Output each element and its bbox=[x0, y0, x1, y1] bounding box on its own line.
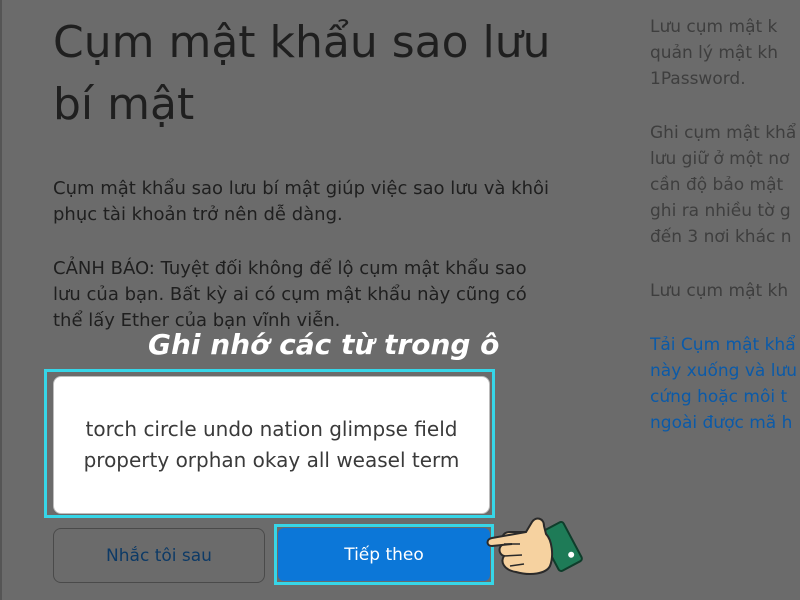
window-edge bbox=[0, 0, 2, 600]
tip-2: Ghi cụm mật khẩ lưu giữ ở một nơ cần độ … bbox=[650, 120, 800, 250]
page-title: Cụm mật khẩu sao lưu bí mật bbox=[53, 17, 551, 130]
intro-text: Cụm mật khẩu sao lưu bí mật giúp việc sa… bbox=[53, 178, 550, 225]
tip-2-line-3: cần độ bảo mật bbox=[650, 175, 784, 195]
tip-2-line-5: đến 3 nơi khác n bbox=[650, 227, 792, 247]
tip-1-line-2: quản lý mật kh bbox=[650, 43, 779, 63]
warning-text: CẢNH BÁO: Tuyệt đối không để lộ cụm mật … bbox=[53, 258, 527, 331]
tip-2-line-1: Ghi cụm mật khẩ bbox=[650, 123, 797, 143]
tip-1-line-1: Lưu cụm mật k bbox=[650, 17, 778, 37]
tip-4-line-4: ngoài được mã h bbox=[650, 413, 793, 433]
app-screen: Cụm mật khẩu sao lưu bí mật Cụm mật khẩu… bbox=[0, 0, 800, 600]
tip-3: Lưu cụm mật kh bbox=[650, 278, 800, 304]
secret-phrase-text: torch circle undo nation glimpse field p… bbox=[83, 417, 460, 472]
tip-4-line-3: cứng hoặc môi t bbox=[650, 387, 788, 407]
tip-2-line-2: lưu giữ ở một nơ bbox=[650, 149, 790, 169]
tip-1: Lưu cụm mật k quản lý mật kh 1Password. bbox=[650, 14, 800, 92]
tip-4-line-2: này xuống và lưu bbox=[650, 361, 798, 381]
remind-later-button[interactable]: Nhắc tôi sau bbox=[53, 528, 265, 583]
secret-phrase-box: torch circle undo nation glimpse field p… bbox=[53, 376, 490, 514]
pointing-hand-icon bbox=[486, 517, 583, 575]
tips-column: Lưu cụm mật k quản lý mật kh 1Password. … bbox=[650, 14, 800, 464]
next-button[interactable]: Tiếp theo bbox=[278, 528, 490, 581]
annotation-label: Ghi nhớ các từ trong ô bbox=[148, 328, 500, 361]
tip-2-line-4: ghi ra nhiều tờ g bbox=[650, 201, 791, 221]
tip-1-line-3: 1Password. bbox=[650, 69, 746, 89]
tip-4-line-1: Tải Cụm mật khẩ bbox=[650, 335, 796, 355]
tip-3-line-1: Lưu cụm mật kh bbox=[650, 281, 789, 301]
download-phrase-link[interactable]: Tải Cụm mật khẩ này xuống và lưu cứng ho… bbox=[650, 332, 800, 436]
